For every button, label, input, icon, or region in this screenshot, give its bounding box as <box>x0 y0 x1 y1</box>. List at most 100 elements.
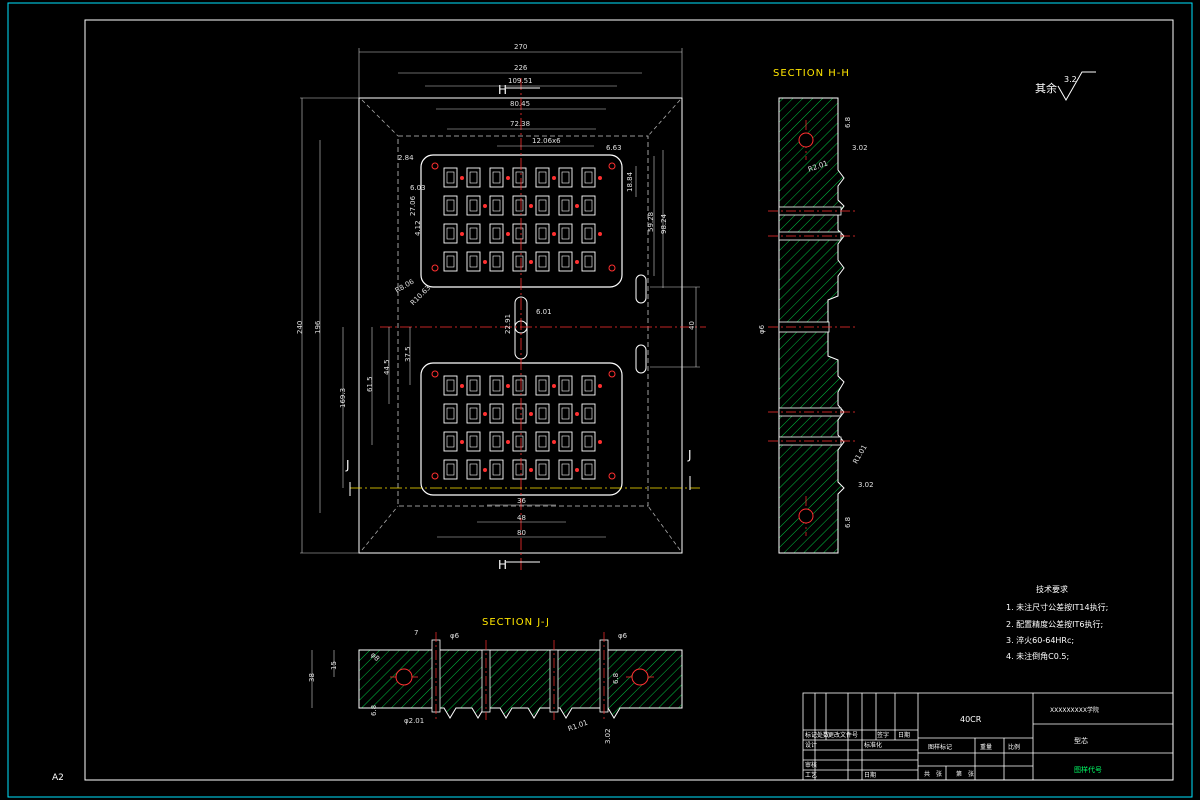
pocket <box>558 223 573 244</box>
pocket-inner <box>492 227 501 240</box>
dim-1693: 169.3 <box>339 388 347 408</box>
dim-1206: 12.06x6 <box>532 137 561 145</box>
pocket-inner <box>446 227 455 240</box>
dim-1884: 18.84 <box>626 171 634 192</box>
dim-80: 80 <box>517 529 526 537</box>
pocket <box>466 375 481 396</box>
cut-mark-h-bottom: H <box>498 558 507 572</box>
pin-dot <box>483 260 487 264</box>
corner-hole <box>431 264 439 272</box>
pin-dot <box>529 260 533 264</box>
cut-mark-h-top: H <box>498 83 507 97</box>
pocket-inner <box>515 463 524 476</box>
pocket <box>466 431 481 452</box>
pocket <box>535 431 550 452</box>
pocket-inner <box>492 407 501 420</box>
dim-36: 36 <box>517 497 526 505</box>
dim-40: 40 <box>688 321 696 330</box>
pocket <box>581 223 596 244</box>
dim-270: 270 <box>514 43 527 51</box>
tb-label-total: 共 <box>924 770 930 778</box>
tb-label-stage-mark: 图样标记 <box>928 743 952 751</box>
sheet-size-label: A2 <box>52 773 64 783</box>
tech-note-2: 2. 配置精度公差按IT6执行; <box>1006 619 1103 629</box>
pocket-inner <box>538 463 547 476</box>
pocket-inner <box>446 407 455 420</box>
pocket <box>558 195 573 216</box>
pin-dot <box>460 384 464 388</box>
hh-dim-302b: 3.02 <box>858 481 874 489</box>
corner-hole <box>431 370 439 378</box>
pocket <box>489 167 504 188</box>
pin-dot <box>506 440 510 444</box>
pocket-inner <box>584 227 593 240</box>
pin-dot <box>529 468 533 472</box>
pin-dot <box>575 412 579 416</box>
pocket-inner <box>446 379 455 392</box>
pin-dot <box>552 232 556 236</box>
dim-2706: 27.06 <box>409 195 417 216</box>
dim-240: 240 <box>296 321 304 334</box>
pocket-inner <box>538 171 547 184</box>
pocket <box>558 167 573 188</box>
pocket <box>558 251 573 272</box>
pocket-inner <box>584 463 593 476</box>
pocket-inner <box>561 463 570 476</box>
section-hh-title: SECTION H-H <box>773 68 850 79</box>
tb-label-design: 设计 <box>805 741 817 749</box>
cavity-grid-upper <box>431 162 616 272</box>
pin-dot <box>598 176 602 180</box>
pocket-inner <box>469 435 478 448</box>
pocket-inner <box>469 227 478 240</box>
pocket <box>512 403 527 424</box>
section-hh-view: SECTION H-H 3.02 6.8 R2.01 φ6 R1.01 3.02… <box>758 68 874 554</box>
pin-dot <box>552 440 556 444</box>
pocket-inner <box>492 435 501 448</box>
jj-dim-r101: R1.01 <box>567 719 589 734</box>
pocket <box>489 431 504 452</box>
pocket-inner <box>515 171 524 184</box>
pocket-inner <box>561 407 570 420</box>
dim-412: 4.12 <box>414 220 422 236</box>
dim-601: 6.01 <box>536 308 552 316</box>
pocket <box>535 459 550 480</box>
dim-10951: 109.51 <box>508 77 533 85</box>
tb-label-check: 审核 <box>805 761 817 769</box>
pocket <box>489 195 504 216</box>
pocket-inner <box>469 463 478 476</box>
section-jj-view: SECTION J-J 7 φ6 φ6 15 38 φ8 6.8 φ2.01 R… <box>308 617 683 744</box>
pocket <box>581 431 596 452</box>
jj-dim-38: 38 <box>308 673 316 682</box>
tb-drawing-no: 图样代号 <box>1074 765 1102 774</box>
pocket <box>466 195 481 216</box>
pocket-inner <box>469 171 478 184</box>
pin-dot <box>506 176 510 180</box>
pocket-inner <box>469 379 478 392</box>
pin-dot <box>598 384 602 388</box>
dim-603: 6.03 <box>410 184 426 192</box>
dim-r1063: R10.63 <box>409 284 432 307</box>
pocket-inner <box>446 199 455 212</box>
pocket <box>443 223 458 244</box>
pocket <box>489 459 504 480</box>
pocket <box>489 375 504 396</box>
pocket <box>443 375 458 396</box>
pin-dot <box>598 232 602 236</box>
pocket-inner <box>515 379 524 392</box>
pocket <box>535 195 550 216</box>
dim-196: 196 <box>314 320 322 334</box>
pocket <box>466 251 481 272</box>
jj-dim-phi6a: φ6 <box>450 632 460 640</box>
pocket <box>512 375 527 396</box>
pocket-inner <box>561 435 570 448</box>
pocket <box>512 167 527 188</box>
dim-7238: 72.38 <box>510 120 530 128</box>
pin-dot <box>598 440 602 444</box>
pocket-inner <box>446 171 455 184</box>
tb-label-date2: 日期 <box>864 771 876 779</box>
pin-dot <box>460 176 464 180</box>
pocket <box>535 167 550 188</box>
pocket-inner <box>492 171 501 184</box>
pin-dot <box>552 176 556 180</box>
corner-hole <box>608 264 616 272</box>
